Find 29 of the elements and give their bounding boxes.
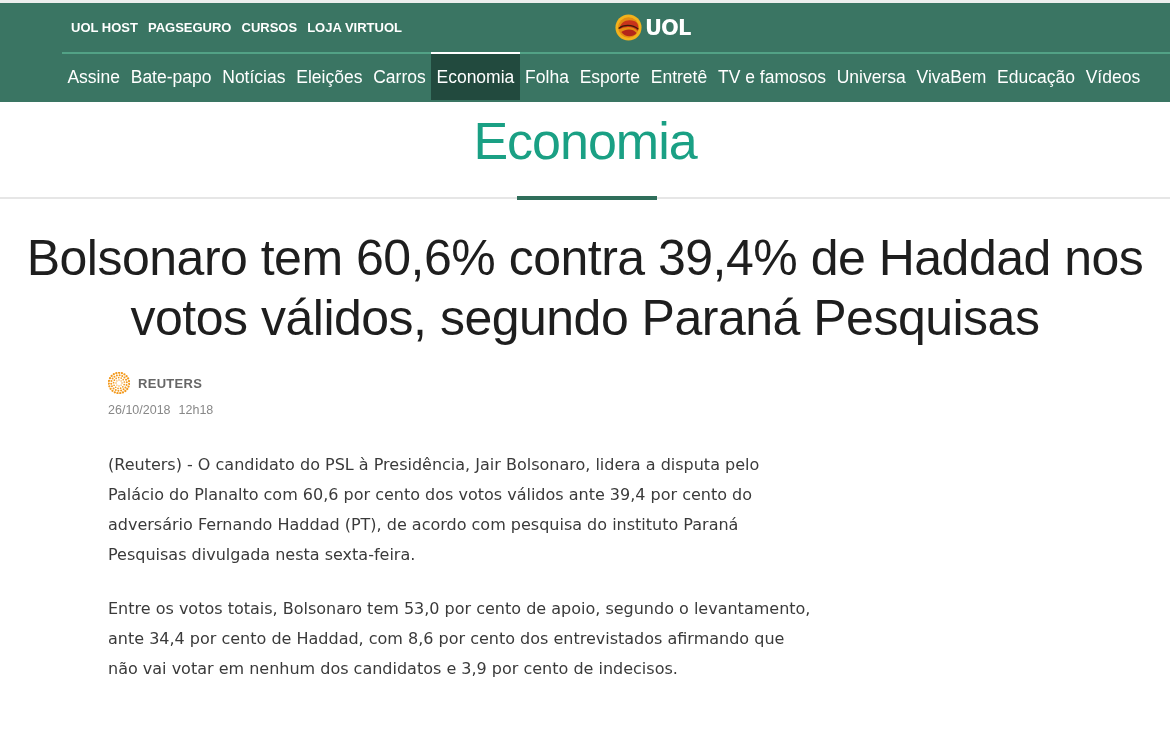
source-name: REUTERS [138, 375, 203, 391]
nav-tab[interactable]: VivaBem [911, 52, 992, 100]
nav-tab[interactable]: Universa [831, 52, 912, 100]
dotted-circle-logo-icon [108, 372, 130, 394]
nav-tab[interactable]: Assine [62, 52, 126, 100]
nav-tab[interactable]: Carros [367, 52, 432, 100]
article-paragraph: Entre os votos totais, Bolsonaro tem 53,0 por cento de apoio, segundo o levantamento, ante 34,4 por cento de Haddad, com 8,6 por cento dos entrevistados afirmando que não vai votar em nenhum dos candidatos e 3,9 por cento de indecisos. [108, 598, 812, 680]
top-link[interactable]: UOL HOST [71, 20, 138, 35]
site-logo[interactable]: UOL [615, 14, 691, 41]
publish-date: 26/10/2018 [108, 403, 171, 417]
section-title: Economia [472, 111, 699, 172]
nav-tab[interactable]: Educação [991, 52, 1081, 100]
nav-tab[interactable]: Esporte [574, 52, 646, 100]
nav-tab[interactable]: TV e famosos [712, 52, 832, 100]
round-logo-icon [615, 14, 642, 41]
nav-tab[interactable]: Vídeos [1080, 52, 1146, 100]
nav-tab[interactable]: Bate-papo [125, 52, 217, 100]
publish-time: 12h18 [178, 403, 214, 417]
top-link[interactable]: PAGSEGURO [147, 20, 232, 35]
top-link[interactable]: LOJA VIRTUOL [307, 20, 402, 35]
logo-wordmark: UOL [645, 15, 691, 40]
nav-tab[interactable]: Eleições [290, 52, 368, 100]
nav-tab[interactable]: Economia [431, 52, 520, 100]
article-headline: Bolsonaro tem 60,6% contra 39,4% de Haddad nos votos válidos, segundo Paraná Pesquisas [25, 229, 1145, 348]
nav-tab[interactable]: Entretê [645, 52, 713, 100]
nav-tab[interactable]: Folha [519, 52, 575, 100]
nav-tab[interactable]: Notícias [216, 52, 291, 100]
article-paragraph: (Reuters) - O candidato do PSL à Presidência, Jair Bolsonaro, lidera a disputa pelo Palácio do Planalto com 60,6 por cento dos votos válidos ante 39,4 por cento do adversário Fernando Haddad (PT), de acordo com pesquisa do instituto Paraná Pesquisas divulgada nesta sexta-feira. [108, 454, 761, 566]
top-link[interactable]: CURSOS [241, 20, 298, 35]
